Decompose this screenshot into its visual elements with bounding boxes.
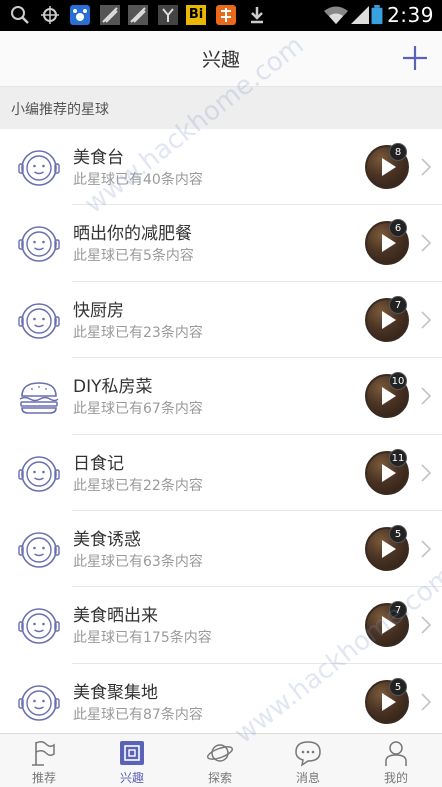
title-bar: 兴趣	[0, 31, 442, 87]
play-icon	[382, 310, 396, 329]
tab-label: 消息	[295, 771, 320, 785]
astronaut-icon	[17, 299, 61, 343]
app-icon	[128, 5, 148, 25]
list-item[interactable]: 美食晒出来 此星球已有175条内容 7	[0, 587, 442, 664]
play-icon	[382, 387, 396, 406]
astronaut-icon	[17, 604, 61, 648]
burger-icon	[17, 375, 61, 419]
list-item[interactable]: 美食诱惑此星球已有63条内容 5	[0, 510, 442, 588]
list-item[interactable]: 日食记此星球已有22条内容 11	[0, 434, 442, 511]
astronaut-icon	[17, 681, 61, 725]
tab-interest[interactable]: 兴趣	[88, 734, 176, 787]
message-icon	[295, 741, 321, 767]
search-icon	[11, 6, 29, 24]
flag-icon	[32, 740, 55, 766]
tab-profile[interactable]: 我的	[352, 734, 440, 787]
list-item[interactable]: DIY私房菜 此星球已有67条内容 10	[0, 358, 442, 435]
play-icon	[382, 158, 396, 176]
chevron-right-icon	[421, 387, 432, 405]
planet-content-count: 此星球已有23条内容	[73, 324, 203, 341]
count-badge: 5	[389, 524, 407, 543]
chevron-right-icon	[421, 158, 432, 176]
tab-label: 探索	[207, 771, 232, 785]
planet-name: 快厨房	[73, 300, 124, 321]
chevron-right-icon	[421, 234, 432, 252]
planet-content-count: 此星球已有40条内容	[73, 172, 203, 188]
app-icon	[158, 5, 178, 25]
tab-bar: 推荐 兴趣 探索 消息 我的	[0, 733, 442, 787]
planet-icon	[206, 744, 234, 762]
battery-icon	[371, 5, 383, 25]
tab-recommend[interactable]: 推荐	[0, 734, 88, 787]
list-item[interactable]: 美食聚集地此星球已有87条内容 5	[0, 663, 442, 741]
astronaut-icon	[17, 452, 61, 496]
tab-label: 我的	[383, 771, 408, 785]
planet-content-count: 此星球已有63条内容	[73, 553, 203, 570]
chevron-right-icon	[421, 311, 432, 329]
app-icon	[216, 5, 236, 25]
planet-content-count: 此星球已有67条内容	[73, 401, 203, 418]
tab-messages[interactable]: 消息	[264, 734, 352, 787]
list-item[interactable]: 快厨房此星球已有23条内容 7	[0, 281, 442, 359]
list-item[interactable]: 美食台此星球已有40条内容 8	[0, 129, 442, 206]
download-icon	[251, 7, 263, 24]
section-header: 小编推荐的星球	[0, 87, 442, 129]
play-icon	[382, 616, 396, 635]
baidu-icon	[70, 5, 90, 25]
list-item[interactable]: 晒出你的减肥餐 此星球已有5条内容 6	[0, 205, 442, 282]
planet-name: 美食晒出来	[73, 606, 158, 627]
tab-label: 兴趣	[119, 771, 144, 785]
tab-explore[interactable]: 探索	[176, 734, 264, 787]
planet-name: 晒出你的减肥餐	[73, 224, 192, 245]
planet-content-count: 此星球已有5条内容	[73, 248, 194, 265]
astronaut-icon	[17, 146, 61, 190]
interest-icon	[120, 741, 144, 765]
planet-name: DIY私房菜	[73, 377, 153, 398]
planet-content-count: 此星球已有87条内容	[73, 706, 203, 723]
chevron-right-icon	[421, 693, 432, 711]
planet-content-count: 此星球已有175条内容	[73, 630, 212, 647]
astronaut-icon	[17, 222, 61, 266]
profile-icon	[385, 741, 407, 766]
planet-name: 美食诱惑	[73, 529, 141, 550]
planet-name: 美食台	[73, 148, 124, 168]
bi-icon: Bi	[186, 5, 206, 25]
signal-icon	[351, 6, 369, 24]
page-title: 兴趣	[201, 49, 240, 71]
chevron-right-icon	[421, 540, 432, 558]
play-icon	[382, 234, 396, 253]
section-label: 小编推荐的星球	[11, 102, 109, 118]
chevron-right-icon	[421, 463, 432, 482]
count-badge: 5	[389, 677, 407, 696]
clock: 2:39	[387, 3, 434, 27]
wifi-icon	[324, 6, 348, 24]
status-bar: Bi 2:39	[0, 0, 442, 31]
chevron-right-icon	[421, 616, 432, 634]
plus-icon[interactable]	[400, 43, 430, 73]
count-badge: 11	[389, 448, 407, 467]
planet-content-count: 此星球已有22条内容	[73, 477, 203, 494]
location-icon	[41, 6, 59, 24]
count-badge: 7	[389, 295, 407, 314]
planet-list: 美食台 此星球已有40条内容 8 晒出你的减肥餐 此星球已有5条内容 6 快厨房 此星球已…	[0, 129, 442, 741]
astronaut-icon	[17, 528, 61, 572]
count-badge: 8	[389, 143, 407, 161]
play-icon	[382, 539, 396, 558]
app-icon	[100, 5, 120, 25]
planet-name: 美食聚集地	[73, 682, 158, 703]
tab-label: 推荐	[31, 771, 56, 785]
planet-name: 日食记	[73, 453, 124, 474]
